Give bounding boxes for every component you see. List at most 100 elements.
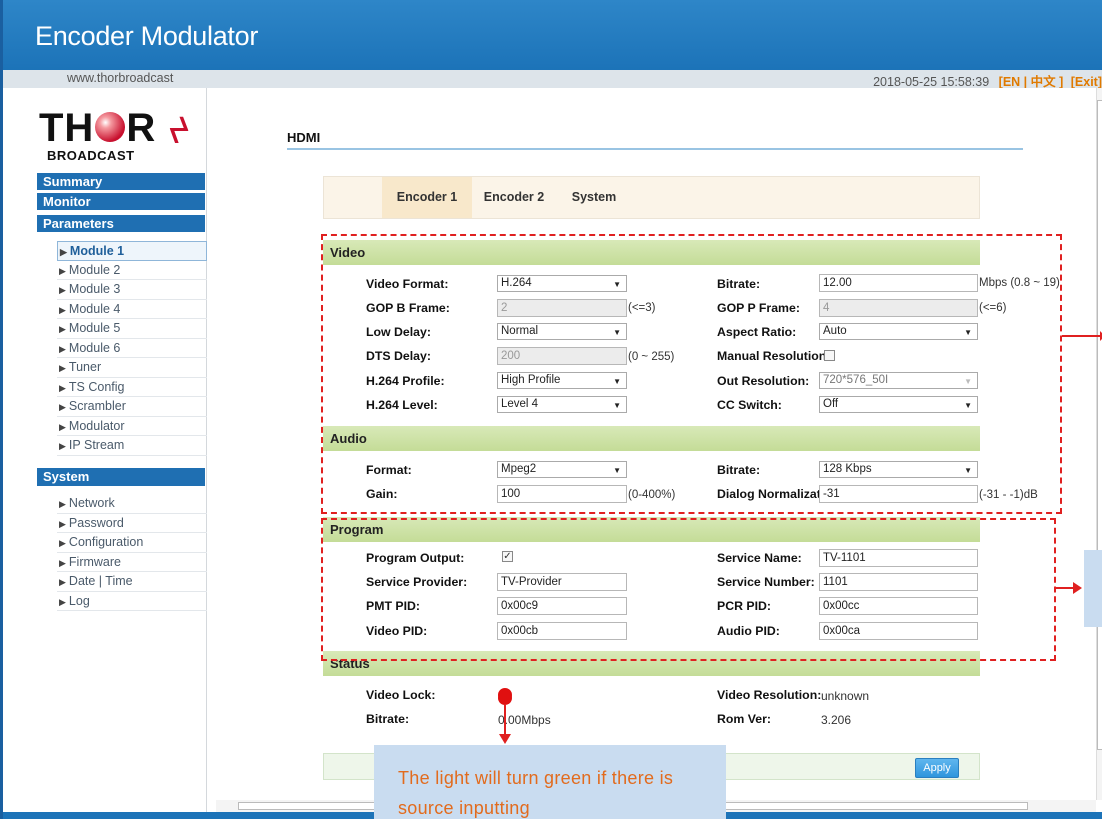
nav-summary[interactable]: Summary <box>37 173 205 190</box>
video-format-select[interactable]: H.264 <box>497 275 627 292</box>
pmt-pid-input[interactable]: 0x00c9 <box>497 597 627 615</box>
gain-label: Gain: <box>366 487 398 501</box>
dialog-norm-input[interactable]: -31 <box>819 485 978 503</box>
sidebar-item-firmware[interactable]: ▶ Firmware <box>57 553 207 572</box>
vertical-scroll-thumb[interactable] <box>1097 100 1102 750</box>
nav-parameters[interactable]: Parameters <box>37 215 205 232</box>
cc-switch-select[interactable]: Off <box>819 396 978 413</box>
low-delay-select[interactable]: Normal <box>497 323 627 340</box>
tab-encoder-1[interactable]: Encoder 1 <box>382 177 472 218</box>
sidebar-item-module-3[interactable]: ▶ Module 3 <box>57 280 207 300</box>
audio-bitrate-select[interactable]: 128 Kbps <box>819 461 978 478</box>
sidebar-item-label: Scrambler <box>68 399 126 413</box>
gop-b-label: GOP B Frame: <box>366 301 450 315</box>
video-lock-label: Video Lock: <box>366 688 436 702</box>
level-label: H.264 Level: <box>366 398 438 412</box>
globe-icon <box>95 112 125 142</box>
title-underline <box>287 148 1023 150</box>
sidebar-item-date-time[interactable]: ▶ Date | Time <box>57 572 207 592</box>
sidebar-item-module-6[interactable]: ▶ Module 6 <box>57 339 207 358</box>
service-provider-input[interactable]: TV-Provider <box>497 573 627 591</box>
dialog-norm-range: (-31 - -1)dB <box>979 489 1038 501</box>
tab-system[interactable]: System <box>554 177 634 218</box>
sidebar-item-modulator[interactable]: ▶ Modulator <box>57 417 207 436</box>
sidebar-item-ip-stream[interactable]: ▶ IP Stream <box>57 436 207 456</box>
thor-logo: THOR ϟ BROADCAST <box>39 106 209 170</box>
info-bar: www.thorbroadcast 2018-05-25 15:58:39 [E… <box>3 70 1102 89</box>
pmt-pid-label: PMT PID: <box>366 599 420 613</box>
sidebar-item-label: TS Config <box>68 379 125 394</box>
triangle-right-icon: ▶ <box>59 596 66 607</box>
service-number-input[interactable]: 1101 <box>819 573 978 591</box>
profile-select[interactable]: High Profile <box>497 372 627 389</box>
sidebar-item-scrambler[interactable]: ▶ Scrambler <box>57 397 207 417</box>
triangle-right-icon: ▶ <box>59 499 66 509</box>
horizontal-scrollbar[interactable] <box>216 800 1096 812</box>
gop-b-input[interactable]: 2 <box>497 299 627 317</box>
sidebar-item-module-4[interactable]: ▶ Module 4 <box>57 300 207 319</box>
program-section-header: Program <box>323 517 980 542</box>
service-name-input[interactable]: TV-1101 <box>819 549 978 567</box>
app-window: Encoder Modulator www.thorbroadcast 2018… <box>0 0 1102 819</box>
bitrate-label: Bitrate: <box>717 277 761 291</box>
audio-pid-input[interactable]: 0x00ca <box>819 622 978 640</box>
out-resolution-label: Out Resolution: <box>717 374 810 388</box>
datetime: 2018-05-25 15:58:39 <box>873 75 990 89</box>
triangle-right-icon: ▶ <box>59 441 66 451</box>
video-format-label: Video Format: <box>366 277 449 291</box>
triangle-right-icon: ▶ <box>59 265 66 276</box>
sidebar-item-tuner[interactable]: ▶ Tuner <box>57 358 207 378</box>
sidebar-item-label: Network <box>68 496 115 510</box>
sidebar-item-ts-config[interactable]: ▶ TS Config <box>57 378 207 397</box>
aspect-ratio-select[interactable]: Auto <box>819 323 978 340</box>
out-resolution-select[interactable]: 720*576_50I <box>819 372 978 389</box>
action-bar <box>323 753 980 780</box>
gop-p-input[interactable]: 4 <box>819 299 978 317</box>
program-output-checkbox[interactable]: ✓ <box>502 551 513 562</box>
service-name-label: Service Name: <box>717 551 802 565</box>
sidebar-item-label: Tuner <box>68 360 102 374</box>
exit-link[interactable]: [Exit] <box>1071 75 1102 89</box>
gain-input[interactable]: 100 <box>497 485 627 503</box>
sidebar-item-password[interactable]: ▶ Password <box>57 514 207 533</box>
triangle-right-icon: ▶ <box>59 363 66 373</box>
sidebar-item-network[interactable]: ▶ Network <box>57 494 207 514</box>
sidebar-item-label: Date | Time <box>68 574 133 588</box>
horizontal-scroll-thumb[interactable] <box>238 802 1028 810</box>
bottom-bar <box>3 812 1102 819</box>
manual-resolution-checkbox[interactable] <box>824 350 835 361</box>
audio-bitrate-label: Bitrate: <box>717 463 761 477</box>
sidebar-item-configuration[interactable]: ▶ Configuration <box>57 533 207 553</box>
nav-system[interactable]: System <box>37 468 205 486</box>
sidebar-item-label: Module 5 <box>68 321 121 335</box>
parameters-list: ▶ Module 1 ▶ Module 2 ▶ Module 3 ▶ Module 4 … <box>57 241 207 456</box>
audio-format-select[interactable]: Mpeg2 <box>497 461 627 478</box>
system-list: ▶ Network ▶ Password ▶ Configuration ▶ Firmw… <box>57 494 207 611</box>
triangle-right-icon: ▶ <box>59 577 66 587</box>
sidebar-item-log[interactable]: ▶ Log <box>57 592 207 611</box>
site-url: www.thorbroadcast <box>67 71 174 85</box>
language-switch[interactable]: [EN | 中文 ] <box>999 75 1064 89</box>
aspect-ratio-label: Aspect Ratio: <box>717 325 797 339</box>
sidebar-item-module-5[interactable]: ▶ Module 5 <box>57 319 207 339</box>
gain-range: (0-400%) <box>628 489 676 501</box>
triangle-right-icon: ▶ <box>59 324 66 334</box>
pcr-pid-input[interactable]: 0x00cc <box>819 597 978 615</box>
level-select[interactable]: Level 4 <box>497 396 627 413</box>
tab-encoder-2[interactable]: Encoder 2 <box>474 177 554 218</box>
bitrate-input[interactable]: 12.00 <box>819 274 978 292</box>
triangle-right-icon: ▶ <box>60 247 67 257</box>
audio-section-header: Audio <box>323 426 980 451</box>
sidebar-item-module-1[interactable]: ▶ Module 1 <box>57 241 207 261</box>
status-bitrate-label: Bitrate: <box>366 712 410 726</box>
rom-version-value: 3.206 <box>821 713 852 727</box>
apply-button[interactable]: Apply <box>915 758 959 778</box>
video-pid-input[interactable]: 0x00cb <box>497 622 627 640</box>
sidebar-item-module-2[interactable]: ▶ Module 2 <box>57 261 207 280</box>
video-resolution-label: Video Resolution: <box>717 688 822 702</box>
dts-delay-range: (0 ~ 255) <box>628 351 675 363</box>
triangle-right-icon: ▶ <box>59 304 66 315</box>
dts-delay-input[interactable]: 200 <box>497 347 627 365</box>
profile-label: H.264 Profile: <box>366 374 445 388</box>
nav-monitor[interactable]: Monitor <box>37 193 205 210</box>
